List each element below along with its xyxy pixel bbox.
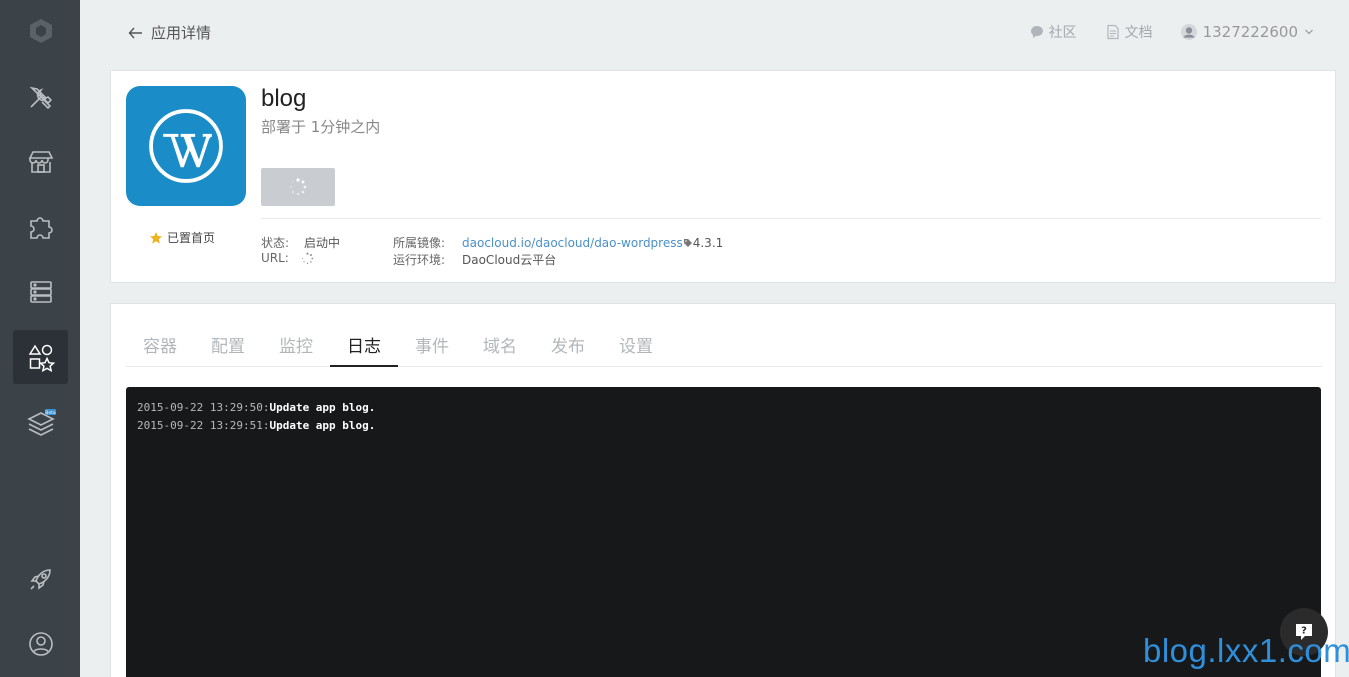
chat-bubble-icon: [1030, 26, 1043, 38]
log-line: 2015-09-22 13:29:51:Update app blog.: [137, 417, 1310, 435]
community-link[interactable]: 社区: [1029, 22, 1077, 42]
tab-logs[interactable]: 日志: [330, 322, 398, 367]
tab-containers[interactable]: 容器: [126, 322, 194, 367]
log-console[interactable]: 2015-09-22 13:29:50:Update app blog. 201…: [126, 387, 1321, 677]
pinned-label: 已置首页: [167, 231, 216, 245]
servers-icon[interactable]: [13, 265, 68, 319]
url-row: URL:: [261, 251, 314, 265]
log-message: Update app blog.: [269, 401, 376, 414]
log-message: Update app blog.: [269, 419, 376, 432]
tab-settings[interactable]: 设置: [602, 322, 670, 367]
watermark: blog.lxx1.com: [1143, 632, 1349, 669]
log-timestamp: 2015-09-22 13:29:50:: [137, 401, 270, 414]
store-icon[interactable]: [13, 135, 68, 189]
logs-card: 容器 配置 监控 日志 事件 域名 发布 设置 2015-09-22 13:29…: [110, 303, 1336, 677]
document-icon: [1106, 24, 1119, 40]
status-row: 状态: 启动中: [261, 234, 340, 251]
apps-icon[interactable]: [13, 330, 68, 384]
top-nav: 社区 文档 1327222600: [1029, 22, 1314, 42]
username: 1327222600: [1202, 23, 1298, 41]
image-link[interactable]: daocloud.io/daocloud/dao-wordpress: [462, 236, 683, 250]
spinner-icon: [302, 252, 314, 264]
runtime-row: 运行环境: DaoCloud云平台: [393, 251, 556, 268]
tab-bar: 容器 配置 监控 日志 事件 域名 发布 设置: [126, 322, 1322, 367]
arrow-left-icon: [128, 27, 142, 38]
user-profile-icon[interactable]: [13, 617, 68, 671]
rocket-icon[interactable]: [13, 552, 68, 606]
image-tag: 4.3.1: [692, 236, 724, 250]
tools-icon[interactable]: [13, 70, 68, 124]
image-row: 所属镜像: daocloud.io/daocloud/dao-wordpress 4…: [393, 234, 723, 251]
docs-label: 文档: [1124, 25, 1153, 41]
log-timestamp: 2015-09-22 13:29:51:: [137, 419, 270, 432]
avatar: [1180, 24, 1197, 40]
page-title: 应用详情: [151, 24, 212, 42]
chevron-down-icon: [1305, 29, 1313, 35]
wordpress-icon: [126, 86, 246, 206]
tag-icon: [683, 239, 692, 247]
back-link[interactable]: 应用详情: [127, 22, 211, 43]
spinner-icon: [290, 178, 307, 196]
runtime-value: DaoCloud云平台: [462, 253, 557, 267]
user-menu[interactable]: 1327222600: [1180, 23, 1314, 41]
tab-config[interactable]: 配置: [194, 322, 262, 367]
log-line: 2015-09-22 13:29:50:Update app blog.: [137, 399, 1310, 417]
tab-monitor[interactable]: 监控: [262, 322, 330, 367]
tab-domains[interactable]: 域名: [466, 322, 534, 367]
deployed-time: 部署于 1分钟之内: [261, 118, 381, 136]
docs-link[interactable]: 文档: [1105, 22, 1153, 42]
pinned-badge[interactable]: 已置首页: [149, 229, 215, 246]
app-name: blog: [261, 85, 307, 112]
tab-release[interactable]: 发布: [534, 322, 602, 367]
status-value: 启动中: [304, 236, 341, 250]
puzzle-icon[interactable]: [13, 200, 68, 254]
daocloud-logo-icon[interactable]: [13, 4, 68, 58]
app-info-card: 已置首页 blog 部署于 1分钟之内 状态: 启动中 URL: 所属镜像: dao…: [110, 70, 1336, 283]
action-button-loading[interactable]: [261, 168, 335, 206]
beta-badge: Beta: [45, 410, 56, 416]
image-label: 所属镜像:: [393, 236, 446, 250]
tab-events[interactable]: 事件: [398, 322, 466, 367]
layers-beta-icon[interactable]: Beta: [13, 395, 68, 449]
star-icon: [150, 231, 162, 244]
status-label: 状态:: [261, 236, 290, 250]
community-label: 社区: [1048, 25, 1077, 41]
sidebar: Beta: [0, 0, 80, 677]
divider: [261, 218, 1321, 219]
url-label: URL:: [261, 251, 289, 265]
runtime-label: 运行环境:: [393, 253, 446, 267]
